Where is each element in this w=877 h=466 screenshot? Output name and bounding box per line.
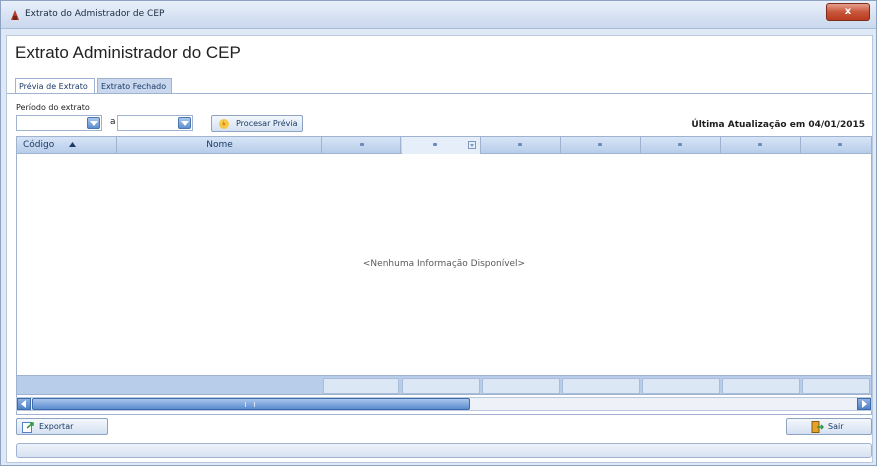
column-header-codigo[interactable]: Código [17, 137, 117, 154]
date-separator: a [110, 117, 116, 127]
chevron-down-icon [181, 121, 189, 126]
column-marker-icon [758, 143, 762, 146]
exit-door-icon [811, 421, 824, 433]
export-label: Exportar [39, 422, 74, 431]
process-preview-button[interactable]: Procesar Prévia [211, 115, 303, 132]
summary-cell [642, 378, 720, 394]
summary-cell [482, 378, 560, 394]
page-title: Extrato Administrador do CEP [15, 43, 241, 62]
title-bar[interactable]: Extrato do Admistrador de CEP x [1, 1, 876, 29]
exit-button[interactable]: Sair [786, 418, 872, 435]
scroll-grip [245, 402, 255, 407]
chevron-down-icon [90, 121, 98, 126]
close-button[interactable]: x [826, 3, 870, 21]
last-update-text: Última Atualização em 04/01/2015 [691, 120, 865, 130]
column-header-9[interactable] [802, 137, 871, 154]
lightning-icon [219, 119, 229, 129]
tab-divider [7, 93, 872, 94]
status-bar [16, 443, 872, 458]
column-header-7[interactable] [642, 137, 721, 154]
column-label-codigo: Código [23, 140, 55, 150]
horizontal-scrollbar[interactable] [16, 397, 872, 411]
column-header-4[interactable] [402, 137, 481, 154]
filter-icon[interactable] [468, 141, 476, 149]
column-header-6[interactable] [562, 137, 641, 154]
data-grid[interactable]: Código Nome <Nenhuma Informação Disponív… [16, 136, 872, 415]
main-window: Extrato do Admistrador de CEP x Extrato … [0, 0, 877, 466]
date-from-dropdown-button[interactable] [87, 117, 100, 129]
scroll-thumb[interactable] [32, 398, 470, 410]
date-to-field[interactable] [117, 115, 193, 131]
window-title: Extrato do Admistrador de CEP [25, 9, 165, 19]
summary-cell [402, 378, 480, 394]
scroll-right-button[interactable] [857, 398, 871, 410]
column-header-8[interactable] [722, 137, 801, 154]
column-marker-icon [433, 143, 437, 146]
export-icon [22, 422, 34, 433]
column-marker-icon [360, 143, 364, 146]
process-preview-label: Procesar Prévia [236, 119, 298, 128]
tab-extrato-fechado[interactable]: Extrato Fechado [97, 78, 172, 94]
column-header-5[interactable] [482, 137, 561, 154]
scroll-left-button[interactable] [17, 398, 31, 410]
grid-summary-row [16, 375, 872, 395]
exit-label: Sair [828, 422, 844, 431]
client-area: Extrato Administrador do CEP Prévia de E… [6, 35, 873, 463]
column-label-nome: Nome [206, 140, 233, 150]
column-marker-icon [598, 143, 602, 146]
app-icon [11, 10, 19, 20]
summary-cell [562, 378, 640, 394]
summary-cell [802, 378, 870, 394]
column-marker-icon [838, 143, 842, 146]
summary-cell [323, 378, 399, 394]
column-header-nome[interactable]: Nome [118, 137, 322, 154]
date-from-field[interactable] [16, 115, 102, 131]
column-header-3[interactable] [323, 137, 401, 154]
arrow-right-icon [862, 400, 867, 408]
date-to-dropdown-button[interactable] [178, 117, 191, 129]
empty-grid-message: <Nenhuma Informação Disponível> [362, 259, 526, 269]
tab-previa-de-extrato[interactable]: Prévia de Extrato [15, 78, 95, 94]
column-marker-icon [518, 143, 522, 146]
export-button[interactable]: Exportar [16, 418, 108, 435]
arrow-left-icon [21, 400, 26, 408]
period-label: Período do extrato [16, 103, 90, 112]
sort-ascending-icon [69, 142, 76, 147]
grid-header: Código Nome [17, 137, 871, 154]
column-marker-icon [678, 143, 682, 146]
summary-cell [722, 378, 800, 394]
